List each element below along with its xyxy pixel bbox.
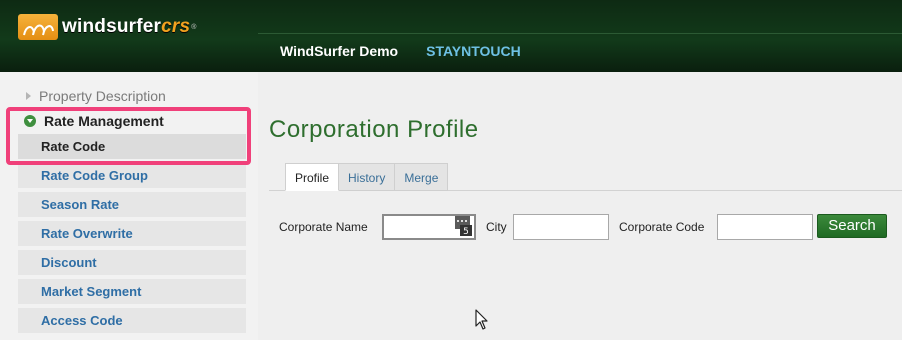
sidebar-item-season-rate[interactable]: Season Rate	[18, 192, 246, 217]
sidebar-item-rate-overwrite[interactable]: Rate Overwrite	[18, 221, 246, 246]
city-input[interactable]	[513, 214, 609, 240]
city-label: City	[486, 220, 507, 234]
logo-wordmark: windsurfercrs	[62, 16, 191, 37]
tab-profile[interactable]: Profile	[285, 163, 340, 191]
corporate-name-label: Corporate Name	[279, 220, 368, 234]
sidebar-section-label: Property Description	[39, 88, 166, 104]
tab-merge[interactable]: Merge	[395, 163, 449, 191]
sidebar: Property Description Rate Management Rat…	[0, 72, 258, 340]
top-navigation: WindSurfer Demo STAYNTOUCH	[280, 43, 521, 59]
corporate-code-input[interactable]	[717, 214, 813, 240]
windsurfer-logo[interactable]: windsurfercrs ®	[18, 12, 196, 42]
sidebar-item-market-segment[interactable]: Market Segment	[18, 279, 246, 304]
page-title: Corporation Profile	[269, 116, 479, 143]
mouse-cursor-icon	[475, 309, 489, 336]
header-divider	[258, 33, 902, 34]
tab-bar: Profile History Merge	[285, 163, 449, 191]
annotation-highlight-box	[6, 107, 251, 165]
app-header: windsurfercrs ® WindSurfer Demo STAYNTOU…	[0, 0, 902, 72]
tab-history[interactable]: History	[339, 163, 396, 191]
search-button[interactable]: Search	[817, 214, 887, 238]
sidebar-item-discount[interactable]: Discount	[18, 250, 246, 275]
nav-windsurfer-demo[interactable]: WindSurfer Demo	[280, 43, 398, 59]
nav-stayntouch[interactable]: STAYNTOUCH	[426, 43, 521, 59]
sidebar-section-property-description[interactable]: Property Description	[24, 88, 166, 104]
svg-text:5: 5	[463, 227, 469, 236]
trademark-mark: ®	[191, 23, 197, 31]
sidebar-item-rate-code-group[interactable]: Rate Code Group	[18, 163, 246, 188]
chevron-right-icon	[26, 92, 31, 100]
calendar-icon[interactable]: 5	[454, 214, 472, 237]
sidebar-item-access-code[interactable]: Access Code	[18, 308, 246, 333]
windsurfer-logo-icon	[18, 14, 58, 40]
corporate-code-label: Corporate Code	[619, 220, 705, 234]
